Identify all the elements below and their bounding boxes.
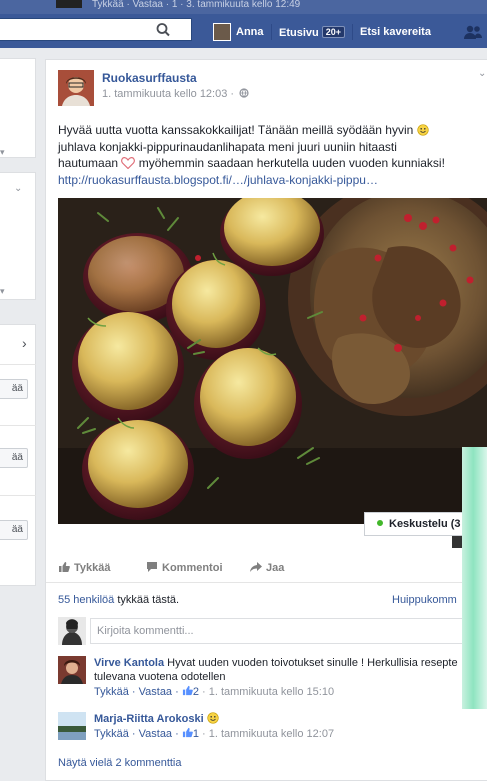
top-comments-sort[interactable]: Huippukomm [392, 594, 457, 606]
avatar [56, 0, 82, 8]
post-photo[interactable] [58, 198, 487, 524]
avatar [58, 617, 86, 645]
find-friends-link[interactable]: Etsi kavereita [360, 26, 431, 38]
share-button[interactable]: Jaa [250, 561, 284, 574]
previous-comment-strip: Tykkää · Vastaa · 1 · 3. tammikuuta kell… [0, 0, 487, 14]
user-name: Anna [236, 26, 264, 38]
divider [46, 582, 487, 583]
friend-requests-icon[interactable] [462, 24, 484, 40]
post-author[interactable]: Ruokasurffausta [102, 71, 197, 85]
overlay-window-edge [462, 447, 487, 709]
left-panel: ▾ [0, 58, 36, 158]
like-page-button[interactable]: ää [0, 448, 28, 468]
post-options-icon[interactable]: ⌄ [478, 68, 486, 79]
smile-emoji-icon [207, 712, 219, 724]
comment-time[interactable]: · 1. tammikuuta kello 15:10 [199, 686, 334, 698]
globe-icon [239, 88, 249, 98]
comment-text: Hyvat uuden vuoden toivotukset sinulle !… [164, 657, 458, 669]
food-photo-image [58, 198, 487, 524]
comment-placeholder: Kirjoita kommentti... [97, 625, 194, 637]
chat-label: Keskustelu (3 [389, 518, 461, 530]
divider [352, 24, 353, 40]
divider [0, 495, 36, 496]
like-page-button[interactable]: ää [0, 379, 28, 399]
home-badge: 20+ [321, 26, 346, 38]
comment-body: Virve Kantola Hyvat uuden vuoden toivotu… [94, 656, 487, 699]
thumbs-up-icon [59, 562, 70, 572]
post-text-line: Hyvää uutta vuotta kanssakokkailijat! Tä… [58, 123, 417, 137]
like-button[interactable]: Tykkää [58, 561, 111, 574]
left-panel: ⌄ ▾ [0, 172, 36, 300]
avatar [213, 23, 231, 41]
current-user-avatar [58, 617, 86, 645]
comment-input[interactable]: Kirjoita kommentti... [90, 618, 487, 644]
left-suggestions-panel: › ää ää ää [0, 324, 36, 586]
thumbs-up-icon [182, 685, 193, 696]
comment-meta: Tykkää · Vastaa · 2 · 1. tammikuuta kell… [94, 685, 487, 699]
previous-comment-meta: Tykkää · Vastaa · 1 · 3. tammikuuta kell… [92, 0, 301, 10]
chevron-down-icon[interactable]: ▾ [0, 147, 5, 158]
post-text: Hyvää uutta vuotta kanssakokkailijat! Tä… [58, 122, 486, 188]
like-label: Tykkää [74, 562, 111, 574]
likes-count-link[interactable]: 55 henkilöä [58, 594, 114, 606]
post-timestamp[interactable]: 1. tammikuuta kello 12:03 · [102, 88, 249, 100]
post-text-line: hautumaan [58, 156, 122, 170]
home-label: Etusivu [279, 27, 319, 39]
avatar [58, 70, 94, 106]
heart-emoji-icon [121, 157, 136, 170]
smile-emoji-icon [417, 124, 429, 136]
divider [0, 364, 36, 365]
share-icon [250, 562, 262, 572]
likes-summary: 55 henkilöä tykkää tästä. [58, 594, 179, 606]
comment-label: Kommentoi [162, 562, 223, 574]
avatar [58, 712, 86, 740]
post-actions: Tykkää Kommentoi Jaa [58, 558, 486, 578]
chevron-down-icon[interactable]: ⌄ [14, 183, 22, 194]
author-avatar[interactable] [58, 70, 94, 106]
comment-time[interactable]: · 1. tammikuuta kello 12:07 [199, 728, 334, 740]
online-status-icon [377, 520, 383, 526]
commenter-avatar[interactable] [58, 712, 86, 740]
post-text-line: juhlava konjakki-pippurinaudanlihapata m… [58, 139, 397, 154]
post-text-line: myöhemmin saadaan herkutella uuden vuode… [135, 156, 445, 170]
share-label: Jaa [266, 562, 285, 574]
comment-button[interactable]: Kommentoi [146, 561, 223, 574]
show-more-comments-link[interactable]: Näytä vielä 2 kommenttia [58, 757, 182, 769]
post-link[interactable]: http://ruokasurffausta.blogspot.fi/…/juh… [58, 173, 378, 187]
profile-link[interactable]: Anna [213, 22, 264, 42]
post-card: Ruokasurffausta 1. tammikuuta kello 12:0… [45, 59, 487, 781]
divider [0, 425, 36, 426]
search-icon[interactable] [155, 22, 173, 38]
comment-actions[interactable]: Tykkää · Vastaa · [94, 728, 182, 740]
comment-meta: Tykkää · Vastaa · 1 · 1. tammikuuta kell… [94, 727, 487, 741]
chevron-down-icon[interactable]: ▾ [0, 286, 5, 297]
commenter-name[interactable]: Virve Kantola [94, 657, 164, 669]
top-navigation-bar: Tykkää · Vastaa · 1 · 3. tammikuuta kell… [0, 0, 487, 48]
comment-text-continued: tulevana vuotena odotellen [94, 671, 226, 683]
comment-body: Marja-Riitta Arokoski Tykkää · Vastaa · … [94, 712, 487, 741]
home-link[interactable]: Etusivu 20+ [279, 26, 346, 39]
avatar [58, 656, 86, 684]
chevron-right-icon[interactable]: › [22, 335, 27, 351]
likes-text: tykkää tästä. [114, 594, 180, 606]
left-column: ▾ ⌄ ▾ › ää ää ää [0, 48, 38, 781]
comment-icon [147, 562, 157, 572]
commenter-name[interactable]: Marja-Riitta Arokoski [94, 713, 204, 725]
thumbs-up-icon [182, 727, 193, 738]
commenter-avatar[interactable] [58, 656, 86, 684]
like-page-button[interactable]: ää [0, 520, 28, 540]
comment-actions[interactable]: Tykkää · Vastaa · [94, 686, 182, 698]
post-time-text: 1. tammikuuta kello 12:03 · [102, 88, 235, 100]
divider [271, 24, 272, 40]
